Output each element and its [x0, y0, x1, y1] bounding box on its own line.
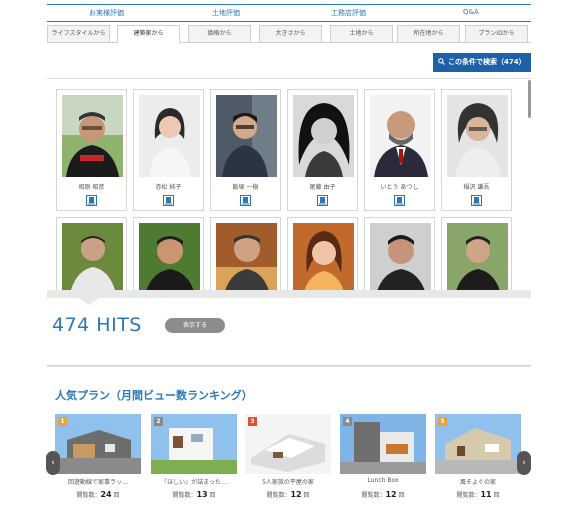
tab-land[interactable]: 土地から	[330, 25, 393, 43]
architect-photo	[216, 223, 277, 290]
tab-lifestyle[interactable]: ライフスタイルから	[47, 25, 110, 43]
architect-card[interactable]: 相原 昭彦	[56, 89, 127, 211]
views-label: 閲覧数：	[266, 492, 291, 499]
plan-views: 閲覧数：12 回	[340, 490, 426, 499]
carousel-next-button[interactable]: ›	[517, 451, 531, 475]
tab-price[interactable]: 価格から	[188, 25, 251, 43]
views-unit: 回	[209, 492, 216, 499]
architect-card[interactable]: 赤松 純子	[133, 89, 204, 211]
architect-photo	[447, 95, 508, 177]
plan-image	[435, 414, 521, 474]
architect-card[interactable]	[210, 217, 281, 290]
caret-down-icon	[79, 298, 99, 305]
views-label: 閲覧数：	[76, 492, 101, 499]
document-icon[interactable]	[317, 195, 328, 206]
plan-views: 閲覧数：11 回	[435, 490, 521, 499]
views-label: 閲覧数：	[456, 492, 481, 499]
views-count: 24	[100, 490, 112, 499]
views-unit: 回	[493, 492, 500, 499]
nav-owner-reviews[interactable]: お実様評価	[89, 8, 124, 18]
plan-title: 風そよぐの家	[459, 479, 496, 486]
architect-card[interactable]	[441, 217, 512, 290]
top-navigation: お実様評価 土地評価 工務店評価 Q&A	[47, 4, 531, 22]
plan-image	[55, 414, 141, 474]
tab-plan-id[interactable]: プランIDから	[465, 25, 528, 43]
plan-image	[151, 414, 237, 474]
architect-photo	[370, 95, 431, 177]
search-with-conditions-button[interactable]: この条件で検索（474）	[433, 53, 531, 72]
architect-name: 稲沢 謙吾	[463, 184, 490, 191]
nav-land-reviews[interactable]: 土地評価	[212, 8, 240, 18]
document-icon[interactable]	[163, 195, 174, 206]
views-label: 閲覧数：	[361, 492, 386, 499]
views-unit: 回	[398, 492, 405, 499]
architect-card[interactable]: いとう あつし	[364, 89, 435, 211]
show-results-button[interactable]: 表示する	[165, 318, 225, 333]
architect-photo	[139, 95, 200, 177]
divider-band	[47, 290, 531, 298]
carousel-prev-button[interactable]: ‹	[46, 451, 60, 475]
section-divider	[47, 365, 531, 367]
views-count: 12	[290, 490, 302, 499]
architect-name: 赤松 純子	[155, 184, 182, 191]
plan-views: 閲覧数：12 回	[245, 490, 331, 499]
plan-views: 閲覧数：13 回	[151, 490, 237, 499]
rank-badge: 1	[58, 417, 67, 426]
search-button-label: この条件で検索（474）	[448, 58, 526, 66]
architect-card[interactable]: 飯塚 一樹	[210, 89, 281, 211]
views-count: 12	[385, 490, 397, 499]
tab-location[interactable]: 所在地から	[397, 25, 460, 43]
plan-title: 5人家族の平屋の家	[262, 479, 314, 486]
architect-name: 尾藤 由子	[309, 184, 336, 191]
plan-title: Lunch Box	[367, 477, 399, 484]
tab-architect[interactable]: 建築家から	[117, 25, 180, 44]
architect-photo	[293, 223, 354, 290]
document-icon[interactable]	[394, 195, 405, 206]
search-icon	[438, 58, 445, 65]
nav-builder-reviews[interactable]: 工務店評価	[331, 8, 366, 18]
grid-scrollbar[interactable]	[528, 80, 531, 118]
views-unit: 回	[303, 492, 310, 499]
architect-photo	[139, 223, 200, 290]
architect-name: いとう あつし	[380, 184, 419, 191]
views-label: 閲覧数：	[172, 492, 197, 499]
chevron-right-icon: ›	[522, 458, 526, 468]
chevron-left-icon: ‹	[51, 458, 55, 468]
document-icon[interactable]	[471, 195, 482, 206]
rank-badge: 2	[154, 417, 163, 426]
document-icon[interactable]	[240, 195, 251, 206]
architect-photo	[370, 223, 431, 290]
views-count: 11	[480, 490, 492, 499]
rank-badge: 5	[438, 417, 447, 426]
architect-photo	[62, 95, 123, 177]
architect-photo	[216, 95, 277, 177]
plan-title: 回遊動線で家事ラッ…	[67, 479, 128, 486]
architect-name: 相原 昭彦	[78, 184, 105, 191]
architect-grid: 相原 昭彦 赤松 純子 飯塚 一樹 尾藤 由子 いとう あつし 稲沢 謙吾	[47, 78, 531, 290]
rank-badge: 3	[248, 417, 257, 426]
architect-photo	[447, 223, 508, 290]
rank-badge: 4	[343, 417, 352, 426]
architect-card[interactable]	[287, 217, 358, 290]
architect-card[interactable]	[364, 217, 435, 290]
architect-name: 飯塚 一樹	[232, 184, 259, 191]
views-unit: 回	[113, 492, 120, 499]
architect-card[interactable]	[133, 217, 204, 290]
plan-image	[245, 414, 331, 474]
architect-card[interactable]	[56, 217, 127, 290]
document-icon[interactable]	[86, 195, 97, 206]
architect-photo	[293, 95, 354, 177]
ranking-title: 人気プラン（月間ビュー数ランキング）	[55, 389, 253, 402]
tab-size[interactable]: 大きさから	[259, 25, 322, 43]
hits-count: 474 HITS	[52, 314, 142, 336]
architect-card[interactable]: 尾藤 由子	[287, 89, 358, 211]
views-count: 13	[196, 490, 208, 499]
architect-photo	[62, 223, 123, 290]
search-tabs: ライフスタイルから 建築家から 価格から 大きさから 土地から 所在地から プラ…	[47, 25, 531, 44]
plan-title: 『ほしい』が詰まった…	[161, 479, 227, 486]
nav-qa[interactable]: Q&A	[463, 8, 479, 16]
architect-card[interactable]: 稲沢 謙吾	[441, 89, 512, 211]
plan-image	[340, 414, 426, 474]
plan-views: 閲覧数：24 回	[55, 490, 141, 499]
